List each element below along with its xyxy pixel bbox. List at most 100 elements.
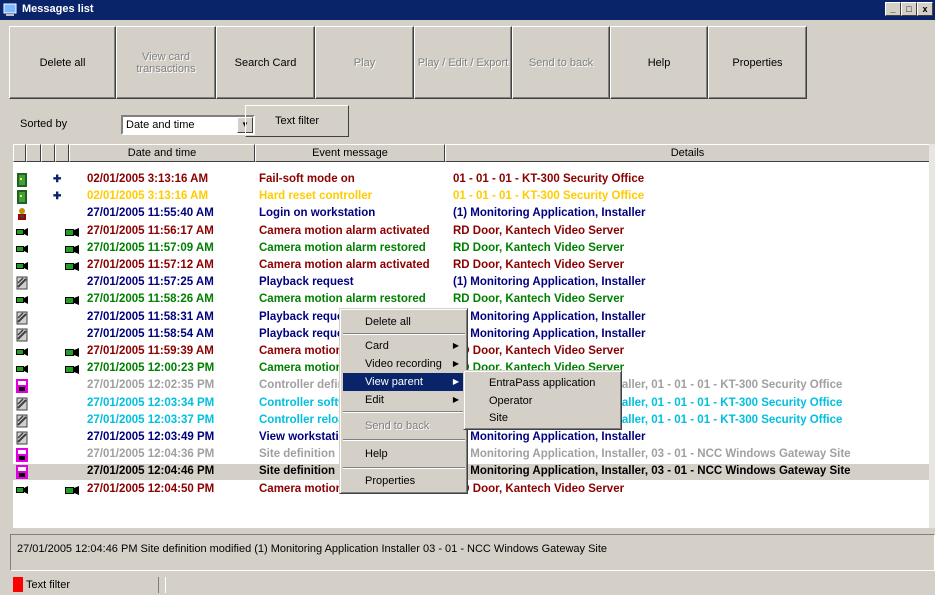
playback-icon bbox=[16, 431, 28, 445]
menu-item-edit[interactable]: Edit ▶ bbox=[343, 391, 465, 409]
view-card-transactions-button[interactable]: View card transactions bbox=[116, 26, 216, 99]
row-event: Fail-soft mode on bbox=[259, 173, 355, 185]
column-header-flag3[interactable] bbox=[41, 144, 55, 162]
row-details: 01 - 01 - 01 - KT-300 Security Office bbox=[453, 190, 645, 203]
column-header-details[interactable]: Details bbox=[445, 144, 930, 162]
submenu-item-operator[interactable]: Operator bbox=[467, 392, 619, 410]
video-camera-icon bbox=[65, 364, 79, 375]
play-button[interactable]: Play bbox=[315, 26, 414, 99]
maximize-button[interactable]: □ bbox=[901, 2, 917, 16]
table-row[interactable]: 27/01/2005 11:58:54 AM Playback request (1… bbox=[13, 327, 929, 343]
table-row[interactable]: 27/01/2005 11:59:39 AMCamera motion alar… bbox=[13, 344, 929, 360]
menu-separator bbox=[343, 333, 465, 335]
camera-icon bbox=[16, 225, 28, 239]
column-header-event[interactable]: Event message bbox=[255, 144, 445, 162]
view-parent-submenu: EntraPass application Operator Site bbox=[463, 370, 622, 430]
search-card-button[interactable]: Search Card bbox=[216, 26, 315, 99]
plus-icon: ✚ bbox=[53, 174, 62, 185]
column-header-flag2[interactable] bbox=[26, 144, 41, 162]
row-details: (1) Monitoring Application, Installer bbox=[453, 276, 646, 289]
menu-item-help[interactable]: Help bbox=[343, 445, 465, 463]
menu-item-video-recording[interactable]: Video recording ▶ bbox=[343, 355, 465, 373]
table-row[interactable]: 27/01/2005 12:03:49 PM View workstation (1… bbox=[13, 430, 929, 446]
title-bar: Messages list _ □ x bbox=[0, 0, 935, 20]
row-date: 27/01/2005 12:04:50 PM bbox=[87, 482, 215, 495]
table-row[interactable]: 27/01/2005 11:55:40 AM Login on workstati… bbox=[13, 206, 929, 222]
door-icon bbox=[16, 173, 28, 187]
menu-item-card[interactable]: Card ▶ bbox=[343, 337, 465, 355]
table-row[interactable]: 27/01/2005 11:57:09 AM Camera motion alar… bbox=[13, 241, 929, 257]
row-date: 02/01/2005 3:13:16 AM bbox=[87, 173, 209, 185]
table-row[interactable]: 27/01/2005 11:57:12 AM Camera motion alar… bbox=[13, 258, 929, 274]
row-date: 27/01/2005 11:58:31 AM bbox=[87, 310, 214, 323]
row-details: (1) Monitoring Application, Installer bbox=[453, 310, 646, 323]
send-to-back-button[interactable]: Send to back bbox=[512, 26, 610, 99]
submenu-item-entrapass-application[interactable]: EntraPass application bbox=[467, 374, 619, 392]
table-row[interactable]: 27/01/2005 12:04:36 PM Site definition mo… bbox=[13, 447, 929, 463]
row-event: Camera motion alarm activated bbox=[259, 259, 430, 271]
menu-item-view-parent[interactable]: View parent ▶ bbox=[343, 373, 465, 391]
play-edit-export-button[interactable]: Play / Edit / Export bbox=[414, 26, 512, 99]
row-date: 27/01/2005 12:02:35 PM bbox=[87, 379, 215, 392]
row-details: (1) Monitoring Application, Installer bbox=[453, 207, 646, 220]
column-header-flag1[interactable] bbox=[13, 144, 26, 162]
delete-all-button[interactable]: Delete all bbox=[9, 26, 116, 99]
row-date: 27/01/2005 11:55:40 AM bbox=[87, 207, 214, 220]
column-header-flag4[interactable] bbox=[55, 144, 69, 162]
playback-icon bbox=[16, 328, 28, 342]
status-text: 27/01/2005 12:04:46 PM Site definition m… bbox=[17, 543, 608, 555]
text-filter-button[interactable]: Text filter bbox=[245, 105, 349, 137]
row-details: (1) Monitoring Application, Installer bbox=[453, 431, 646, 443]
list-header: Date and time Event message Details bbox=[13, 144, 930, 162]
camera-icon bbox=[16, 483, 28, 497]
row-date: 27/01/2005 12:04:46 PM bbox=[87, 465, 215, 478]
table-row[interactable]: 27/01/2005 11:56:17 AM Camera motion alar… bbox=[13, 224, 929, 240]
submenu-item-site[interactable]: Site bbox=[467, 409, 619, 427]
selected-message-detail: 27/01/2005 12:04:46 PM Site definition m… bbox=[10, 534, 935, 571]
menu-item-delete-all[interactable]: Delete all bbox=[343, 313, 465, 331]
row-details: 01 - 01 - 01 - KT-300 Security Office bbox=[453, 173, 645, 185]
door-icon bbox=[16, 190, 28, 205]
row-date: 27/01/2005 12:03:37 PM bbox=[87, 413, 215, 426]
submenu-arrow-icon: ▶ bbox=[452, 341, 459, 350]
menu-separator bbox=[343, 467, 465, 469]
toolbar: Delete all View card transactions Search… bbox=[9, 26, 807, 99]
minimize-button[interactable]: _ bbox=[885, 2, 901, 16]
column-header-date[interactable]: Date and time bbox=[69, 144, 255, 162]
table-row[interactable]: 27/01/2005 12:04:46 PM Site definition mo… bbox=[13, 464, 929, 481]
table-row[interactable]: 27/01/2005 12:04:50 PMCamera motion alar… bbox=[13, 482, 929, 498]
row-details: RD Door, Kantech Video Server bbox=[453, 345, 625, 357]
menu-item-send-to-back[interactable]: Send to back bbox=[343, 417, 465, 435]
table-row[interactable]: ✚ 02/01/2005 3:13:16 AM Hard reset control… bbox=[13, 189, 929, 205]
submenu-arrow-icon: ▶ bbox=[452, 359, 459, 368]
table-row[interactable]: ✚ 02/01/2005 3:13:16 AM Fail-soft mode on 0… bbox=[13, 172, 929, 188]
row-details: (1) Monitoring Application, Installer, 0… bbox=[453, 448, 851, 461]
row-date: 27/01/2005 12:03:49 PM bbox=[87, 431, 215, 443]
messages-list[interactable]: ✚ 02/01/2005 3:13:16 AM Fail-soft mode on 0… bbox=[13, 162, 929, 528]
row-details: RD Door, Kantech Video Server bbox=[453, 259, 625, 271]
controller-icon bbox=[16, 465, 28, 480]
row-date: 27/01/2005 11:59:39 AM bbox=[87, 345, 214, 357]
row-date: 27/01/2005 12:00:23 PM bbox=[87, 362, 215, 375]
menu-item-properties[interactable]: Properties bbox=[343, 472, 465, 490]
row-event: Camera motion alarm activated bbox=[259, 224, 430, 237]
video-camera-icon bbox=[65, 347, 79, 357]
row-date: 27/01/2005 12:03:34 PM bbox=[87, 396, 215, 409]
video-camera-icon bbox=[65, 261, 79, 271]
vertical-scrollbar[interactable] bbox=[929, 144, 935, 528]
row-event: Hard reset controller bbox=[259, 190, 373, 203]
table-row[interactable]: 27/01/2005 11:58:26 AM Camera motion alar… bbox=[13, 292, 929, 308]
submenu-arrow-icon: ▶ bbox=[452, 377, 459, 386]
table-row[interactable]: 27/01/2005 11:58:31 AM Playback request (1… bbox=[13, 310, 929, 326]
properties-button[interactable]: Properties bbox=[708, 26, 807, 99]
sort-select-value: Date and time bbox=[126, 119, 195, 131]
sorted-by-label: Sorted by bbox=[20, 118, 68, 130]
row-details: (1) Monitoring Application, Installer bbox=[453, 327, 646, 340]
table-row[interactable]: 27/01/2005 11:57:25 AM Playback request (1… bbox=[13, 275, 929, 291]
camera-icon bbox=[16, 345, 28, 359]
sort-select[interactable]: Date and time ▼ bbox=[121, 115, 255, 135]
close-button[interactable]: x bbox=[917, 2, 933, 16]
row-details: RD Door, Kantech Video Server bbox=[453, 482, 625, 495]
bottom-bar: Text filter bbox=[10, 575, 935, 595]
help-button[interactable]: Help bbox=[610, 26, 708, 99]
